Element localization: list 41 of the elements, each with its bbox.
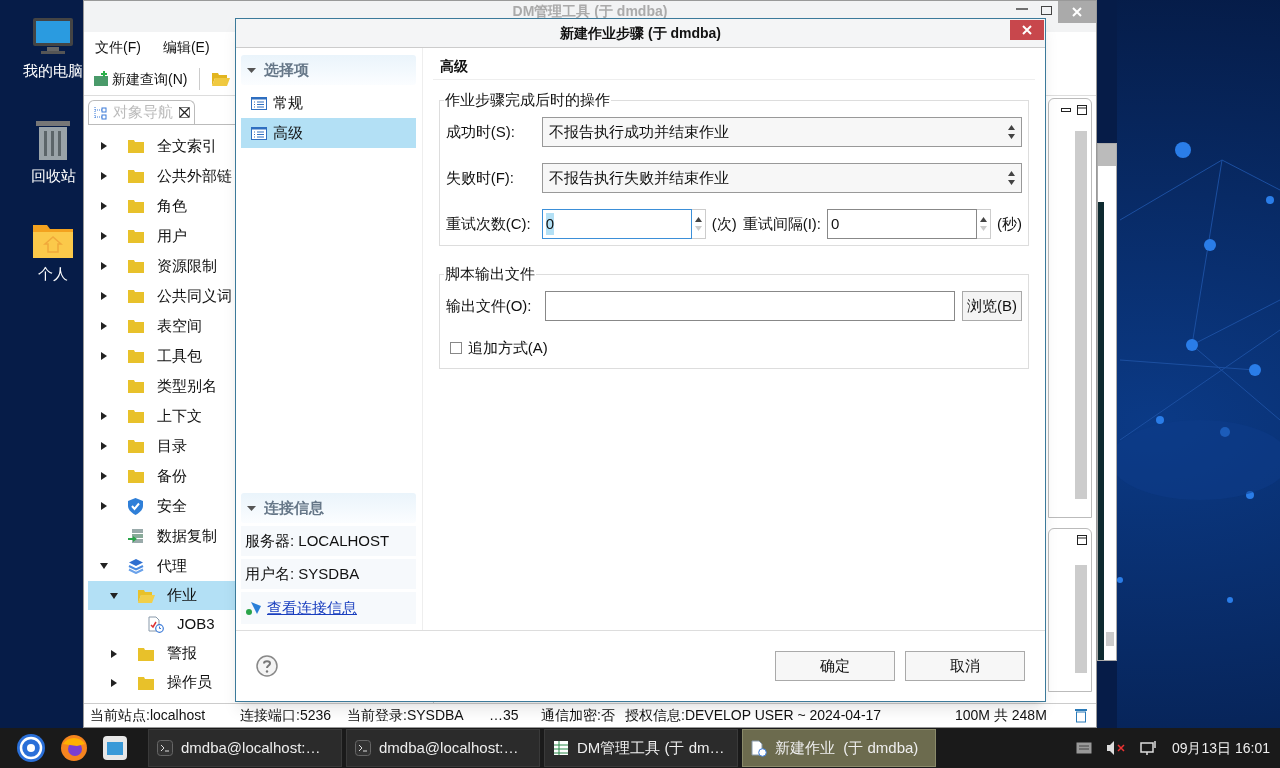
page-heading: 高级 bbox=[432, 56, 1035, 80]
field-label: 重试次数(C): bbox=[445, 213, 532, 234]
field-label: 失败时(F): bbox=[445, 167, 515, 188]
tree-label: JOB3 bbox=[177, 614, 215, 635]
tree-label: 类型别名 bbox=[157, 375, 217, 396]
field-label: 输出文件(O): bbox=[445, 295, 533, 316]
status-text: 通信加密:否 bbox=[541, 706, 616, 725]
tree-label: 表空间 bbox=[157, 315, 202, 336]
field-label: 成功时(S): bbox=[445, 121, 516, 142]
tree-label: 目录 bbox=[157, 435, 187, 456]
tab-label: 对象导航 bbox=[113, 102, 173, 123]
tree-label: 作业 bbox=[167, 585, 197, 606]
group-title: 作业步骤完成后时的操作 bbox=[443, 90, 611, 110]
status-text: 授权信息:DEVELOP USER ~ 2024-04-17 bbox=[625, 706, 883, 725]
tree-label: 工具包 bbox=[157, 345, 202, 366]
tree-label: 角色 bbox=[157, 195, 187, 216]
unit-label: (次) bbox=[711, 213, 737, 234]
tree-label: 全文索引 bbox=[157, 135, 217, 156]
status-text: …35 bbox=[489, 706, 520, 725]
tree-label: 公共同义词 bbox=[157, 285, 232, 306]
tree-label: 警报 bbox=[167, 643, 197, 664]
tree-label: 公共外部链 bbox=[157, 165, 232, 186]
server-info: 服务器: LOCALHOST bbox=[241, 526, 416, 556]
tree-label: 资源限制 bbox=[157, 255, 217, 276]
tree-label: 操作员 bbox=[167, 672, 212, 693]
status-text: 当前站点:localhost bbox=[90, 706, 207, 725]
checkbox-label: 追加方式(A) bbox=[467, 338, 548, 358]
tree-label: 用户 bbox=[157, 225, 187, 246]
unit-label: (秒) bbox=[997, 213, 1022, 234]
group-title: 脚本输出文件 bbox=[443, 264, 536, 284]
tree-label: 代理 bbox=[157, 555, 187, 576]
field-label: 重试间隔(I): bbox=[742, 213, 821, 234]
tree-label: 备份 bbox=[157, 465, 187, 486]
dialog-title: 新建作业步骤 (于 dmdba) bbox=[560, 23, 721, 43]
user-info: 用户名: SYSDBA bbox=[241, 559, 416, 589]
tree-label: 安全 bbox=[157, 495, 187, 516]
status-text: 100M 共 248M bbox=[955, 706, 1048, 725]
tree-label: 上下文 bbox=[157, 405, 202, 426]
status-text: 连接端口:5236 bbox=[240, 706, 333, 725]
status-text: 当前登录:SYSDBA bbox=[347, 706, 465, 725]
tree-label: 数据复制 bbox=[157, 525, 217, 546]
